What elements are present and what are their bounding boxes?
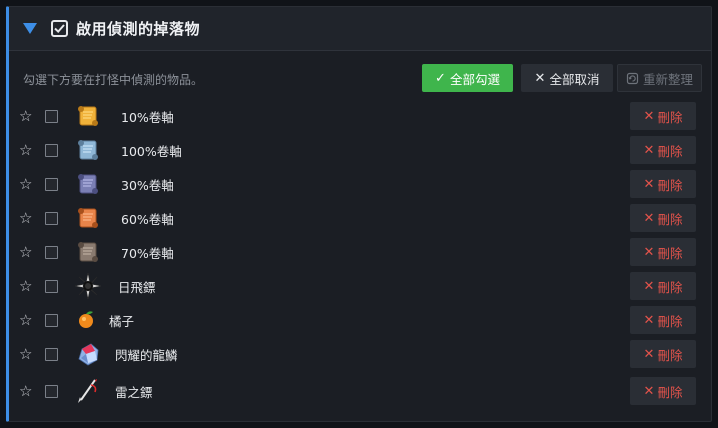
item-name: 60%卷軸 xyxy=(121,211,174,227)
star-icon[interactable]: ☆ xyxy=(19,108,32,124)
delete-label: 刪除 xyxy=(657,384,683,400)
delete-label: 刪除 xyxy=(657,211,683,227)
close-icon: ✕ xyxy=(643,210,655,226)
scroll-gold-icon xyxy=(73,101,103,131)
scroll-blue-icon xyxy=(73,135,103,165)
scroll-orange-icon xyxy=(73,203,103,233)
item-name: 雷之鏢 xyxy=(115,384,153,400)
delete-button[interactable]: ✕ 刪除 xyxy=(630,340,696,368)
list-item: ☆ 日飛鏢 ✕ 刪除 xyxy=(9,269,711,303)
item-checkbox[interactable] xyxy=(45,279,58,293)
delete-label: 刪除 xyxy=(657,245,683,261)
item-name: 日飛鏢 xyxy=(118,279,156,295)
close-icon: ✕ xyxy=(643,312,655,328)
star-icon[interactable]: ☆ xyxy=(19,383,32,399)
panel-title: 啟用偵測的掉落物 xyxy=(76,20,201,38)
close-icon: ✕ xyxy=(643,244,655,260)
reorder-label: 重新整理 xyxy=(642,71,693,87)
close-icon: ✕ xyxy=(643,176,655,192)
delete-button[interactable]: ✕ 刪除 xyxy=(630,238,696,266)
star-icon[interactable]: ☆ xyxy=(19,312,32,328)
list-item: ☆ 30%卷軸 ✕ 刪除 xyxy=(9,167,711,201)
item-checkbox[interactable] xyxy=(45,211,58,225)
list-item: ☆ 10%卷軸 ✕ 刪除 xyxy=(9,99,711,133)
delete-label: 刪除 xyxy=(657,279,683,295)
scroll-purple-icon xyxy=(73,169,103,199)
check-icon xyxy=(54,24,65,34)
cancel-all-button[interactable]: ✕ 全部取消 xyxy=(521,64,613,92)
item-name: 閃耀的龍鱗 xyxy=(115,347,178,363)
item-checkbox[interactable] xyxy=(45,313,58,327)
list-item: ☆ 橘子 ✕ 刪除 xyxy=(9,303,711,337)
delete-label: 刪除 xyxy=(657,177,683,193)
reorder-button[interactable]: 重新整理 xyxy=(617,64,702,92)
close-icon: ✕ xyxy=(643,383,655,399)
item-name: 10%卷軸 xyxy=(121,109,174,125)
collapse-arrow-icon[interactable] xyxy=(23,23,37,34)
delete-label: 刪除 xyxy=(657,313,683,329)
item-name: 100%卷軸 xyxy=(121,143,182,159)
delete-label: 刪除 xyxy=(657,143,683,159)
thunder-dart-icon xyxy=(73,376,103,406)
delete-button[interactable]: ✕ 刪除 xyxy=(630,272,696,300)
list-item: ☆ 閃耀的龍鱗 ✕ 刪除 xyxy=(9,337,711,371)
panel-header: 啟用偵測的掉落物 xyxy=(9,7,711,51)
select-all-button[interactable]: ✓ 全部勾選 xyxy=(422,64,513,92)
list-item: ☆ 70%卷軸 ✕ 刪除 xyxy=(9,235,711,269)
star-icon[interactable]: ☆ xyxy=(19,210,32,226)
item-name: 橘子 xyxy=(109,313,135,329)
delete-button[interactable]: ✕ 刪除 xyxy=(630,136,696,164)
star-icon[interactable]: ☆ xyxy=(19,244,32,260)
list-item: ☆ 100%卷軸 ✕ 刪除 xyxy=(9,133,711,167)
delete-label: 刪除 xyxy=(657,109,683,125)
item-checkbox[interactable] xyxy=(45,177,58,191)
item-checkbox[interactable] xyxy=(45,384,58,398)
scroll-brown-icon xyxy=(73,237,103,267)
cancel-all-label: 全部取消 xyxy=(549,71,600,87)
item-checkbox[interactable] xyxy=(45,109,58,123)
close-icon: ✕ xyxy=(534,70,546,86)
star-icon[interactable]: ☆ xyxy=(19,346,32,362)
select-all-label: 全部勾選 xyxy=(449,71,500,87)
item-checkbox[interactable] xyxy=(45,347,58,361)
delete-label: 刪除 xyxy=(657,347,683,363)
dragon-scale-icon xyxy=(73,339,103,369)
list-item: ☆ 60%卷軸 ✕ 刪除 xyxy=(9,201,711,235)
hint-text: 勾選下方要在打怪中偵測的物品。 xyxy=(23,73,204,87)
item-name: 30%卷軸 xyxy=(121,177,174,193)
enable-detection-checkbox[interactable] xyxy=(51,20,68,37)
item-name: 70%卷軸 xyxy=(121,245,174,261)
star-icon[interactable]: ☆ xyxy=(19,176,32,192)
delete-button[interactable]: ✕ 刪除 xyxy=(630,170,696,198)
delete-button[interactable]: ✕ 刪除 xyxy=(630,306,696,334)
close-icon: ✕ xyxy=(643,108,655,124)
orange-icon xyxy=(73,305,103,335)
sun-star-icon xyxy=(73,271,103,301)
close-icon: ✕ xyxy=(643,346,655,362)
close-icon: ✕ xyxy=(643,278,655,294)
check-icon: ✓ xyxy=(435,70,446,86)
item-checkbox[interactable] xyxy=(45,245,58,259)
star-icon[interactable]: ☆ xyxy=(19,278,32,294)
close-icon: ✕ xyxy=(643,142,655,158)
star-icon[interactable]: ☆ xyxy=(19,142,32,158)
drop-detection-panel: 啟用偵測的掉落物 勾選下方要在打怪中偵測的物品。 ✓ 全部勾選 ✕ 全部取消 重… xyxy=(6,6,712,422)
refresh-icon xyxy=(626,72,639,84)
delete-button[interactable]: ✕ 刪除 xyxy=(630,377,696,405)
item-checkbox[interactable] xyxy=(45,143,58,157)
list-item: ☆ 雷之鏢 ✕ 刪除 xyxy=(9,374,711,408)
delete-button[interactable]: ✕ 刪除 xyxy=(630,204,696,232)
delete-button[interactable]: ✕ 刪除 xyxy=(630,102,696,130)
